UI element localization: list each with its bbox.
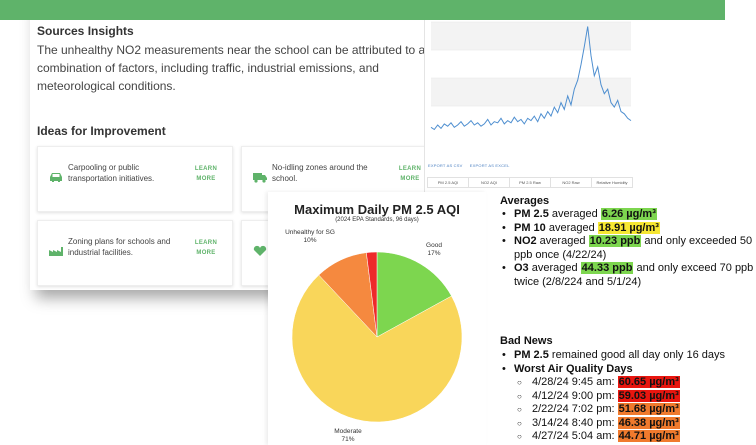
average-item-pm25: PM 2.5 averaged 6.26 µg/m³	[500, 208, 756, 222]
worst-day-date: 4/27/24 5:04 am:	[532, 430, 618, 442]
car-icon	[50, 173, 62, 182]
idea-card-carpooling: Carpooling or public transportation init…	[37, 146, 233, 212]
worst-day-value-badge: 59.03 µg/m³	[617, 389, 680, 402]
metric-name: NO2	[514, 235, 537, 247]
heart-icon	[253, 245, 267, 256]
averages-heading: Averages	[500, 195, 550, 207]
pie-label-good-name: Good	[426, 242, 442, 249]
average-item-pm10: PM 10 averaged 18.91 µg/m³	[500, 221, 756, 236]
worst-day-value-badge: 51.68 µg/m³	[617, 403, 680, 415]
sources-insights-body: The unhealthy NO2 measurements near the …	[37, 43, 426, 93]
bad-news-pm25: PM 2.5 remained good all day only 16 day…	[500, 349, 756, 363]
ideas-title: Ideas for Improvement	[37, 124, 166, 138]
idea-text: Zoning plans for schools and industrial …	[68, 237, 171, 257]
tab-relative-humidity[interactable]: Relative Humidity	[592, 178, 632, 187]
pie-chart-title: Maximum Daily PM 2.5 AQI	[294, 202, 460, 217]
average-value-badge: 6.26 µg/m³	[600, 208, 657, 220]
chart-tabs: PM 2.5 AQI NO2 AQI PM 2.5 Raw NO2 Raw Re…	[427, 177, 633, 188]
factory-icon	[49, 247, 63, 256]
metric-verb: averaged	[536, 235, 589, 247]
learn-more-link[interactable]: LEARN MORE	[194, 164, 218, 184]
time-series-chart	[430, 21, 632, 131]
grid-band	[431, 22, 631, 50]
metric-verb: averaged	[548, 208, 601, 220]
metric-name: O3	[514, 262, 529, 274]
bad-news-heading: Bad News	[500, 335, 553, 347]
tab-pm25-aqi[interactable]: PM 2.5 AQI	[428, 178, 469, 187]
pie-label-usg-pct: 10%	[303, 237, 317, 244]
tab-pm25-raw[interactable]: PM 2.5 Raw	[510, 178, 551, 187]
average-value-badge: 18.91 µg/m³	[597, 221, 660, 234]
pm25-aqi-pie-card: Maximum Daily PM 2.5 AQI (2024 EPA Stand…	[268, 192, 486, 445]
pm25-aqi-pie-chart	[291, 252, 463, 423]
truck-icon	[253, 173, 267, 183]
export-links: EXPORT AS CSV EXPORT AS EXCEL	[428, 163, 516, 168]
tab-no2-aqi[interactable]: NO2 AQI	[469, 178, 510, 187]
bad-news-list: PM 2.5 remained good all day only 16 day…	[500, 349, 756, 444]
worst-day-date: 4/12/24 9:00 pm:	[532, 389, 618, 402]
worst-days-heading: Worst Air Quality Days	[500, 363, 756, 377]
idea-text: Carpooling or public transportation init…	[68, 163, 155, 183]
averages-list: PM 2.5 averaged 6.26 µg/m³ PM 10 average…	[500, 208, 756, 289]
sources-insights-title: Sources Insights	[37, 24, 134, 38]
worst-day-item: 2/22/24 7:02 pm: 51.68 µg/m³	[500, 403, 756, 417]
worst-day-value-badge: 44.71 µg/m³	[617, 430, 680, 442]
air-quality-summary: Averages PM 2.5 averaged 6.26 µg/m³ PM 1…	[488, 192, 756, 445]
worst-day-item: 4/12/24 9:00 pm: 59.03 µg/m³	[500, 389, 756, 404]
learn-more-link[interactable]: LEARN MORE	[194, 238, 218, 258]
export-csv-link[interactable]: EXPORT AS CSV	[428, 163, 462, 168]
worst-day-item: 4/28/24 9:45 am: 60.65 µg/m³	[500, 376, 756, 390]
worst-day-date: 4/28/24 9:45 am:	[532, 376, 618, 388]
average-value-badge: 44.33 ppb	[580, 262, 634, 274]
learn-more-link[interactable]: LEARN MORE	[398, 164, 422, 184]
worst-day-item: 4/27/24 5:04 am: 44.71 µg/m³	[500, 430, 756, 444]
idea-card-zoning: Zoning plans for schools and industrial …	[37, 220, 233, 286]
header-accent-bar	[0, 0, 725, 20]
worst-day-item: 3/14/24 8:40 pm: 46.38 µg/m³	[500, 416, 756, 431]
metric-verb: averaged	[528, 262, 581, 274]
worst-day-value-badge: 46.38 µg/m³	[617, 416, 680, 429]
worst-days-title: Worst Air Quality Days	[514, 362, 633, 375]
average-item-o3: O3 averaged 44.33 ppb and only exceed 70…	[500, 262, 756, 289]
export-excel-link[interactable]: EXPORT AS EXCEL	[470, 163, 510, 168]
metric-name: PM 2.5	[514, 208, 549, 220]
average-item-no2: NO2 averaged 10.23 ppb and only exceeded…	[500, 235, 756, 262]
bad-news-text: remained good all day only 16 days	[548, 349, 725, 361]
worst-day-date: 3/14/24 8:40 pm:	[532, 416, 618, 429]
metric-verb: averaged	[545, 221, 598, 234]
pie-label-usg: Unhealthy for SG 10%	[277, 229, 343, 245]
average-value-badge: 10.23 ppb	[588, 235, 642, 247]
worst-day-date: 2/22/24 7:02 pm:	[532, 403, 618, 415]
pie-label-moderate-pct: 71%	[341, 436, 355, 443]
tab-no2-raw[interactable]: NO2 Raw	[551, 178, 592, 187]
worst-day-value-badge: 60.65 µg/m³	[617, 376, 680, 388]
pie-chart-subtitle: (2024 EPA Standards, 96 days)	[335, 217, 419, 223]
metric-name: PM 10	[514, 221, 546, 234]
idea-text: No-idling zones around the school.	[272, 163, 368, 183]
metric-name: PM 2.5	[514, 349, 549, 361]
pie-label-usg-name: Unhealthy for SG	[285, 229, 335, 236]
